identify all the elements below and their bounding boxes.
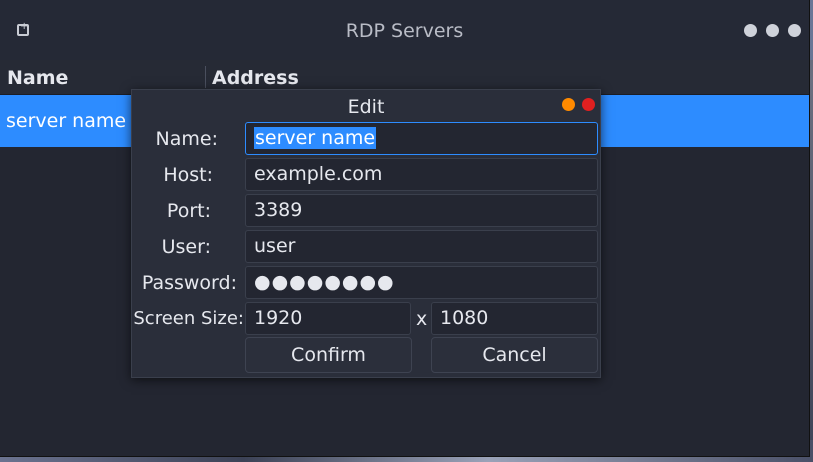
cancel-button[interactable]: Cancel: [431, 337, 598, 373]
window-button-icon[interactable]: [744, 24, 757, 37]
user-label: User:: [161, 236, 211, 258]
name-label: Name:: [155, 128, 218, 150]
password-label: Password:: [141, 272, 237, 294]
minimize-icon[interactable]: [562, 98, 575, 111]
column-header-address[interactable]: Address: [212, 67, 299, 89]
port-label: Port:: [166, 200, 211, 222]
edit-dialog: Edit Name: server name Host: example.com…: [131, 89, 601, 378]
user-field[interactable]: user: [245, 230, 598, 263]
password-field[interactable]: ●●●●●●●●: [245, 266, 598, 299]
selected-text: server name: [254, 127, 377, 149]
window-button-icon[interactable]: [788, 24, 801, 37]
host-label: Host:: [163, 164, 213, 186]
screen-size-label: Screen Size:: [133, 308, 244, 329]
window-title: RDP Servers: [345, 20, 464, 42]
close-icon[interactable]: [582, 98, 595, 111]
column-header-name[interactable]: Name: [7, 67, 68, 89]
size-separator: x: [416, 308, 428, 330]
host-field[interactable]: example.com: [245, 158, 598, 191]
window-titlebar[interactable]: RDP Servers: [0, 0, 809, 60]
confirm-button[interactable]: Confirm: [245, 337, 412, 373]
screen-height-field[interactable]: 1080: [431, 302, 598, 335]
window-button-icon[interactable]: [766, 24, 779, 37]
screen-width-field[interactable]: 1920: [245, 302, 411, 335]
column-divider[interactable]: [205, 66, 206, 88]
name-field[interactable]: server name: [245, 122, 598, 155]
port-field[interactable]: 3389: [245, 194, 598, 227]
dialog-title: Edit: [347, 96, 385, 118]
